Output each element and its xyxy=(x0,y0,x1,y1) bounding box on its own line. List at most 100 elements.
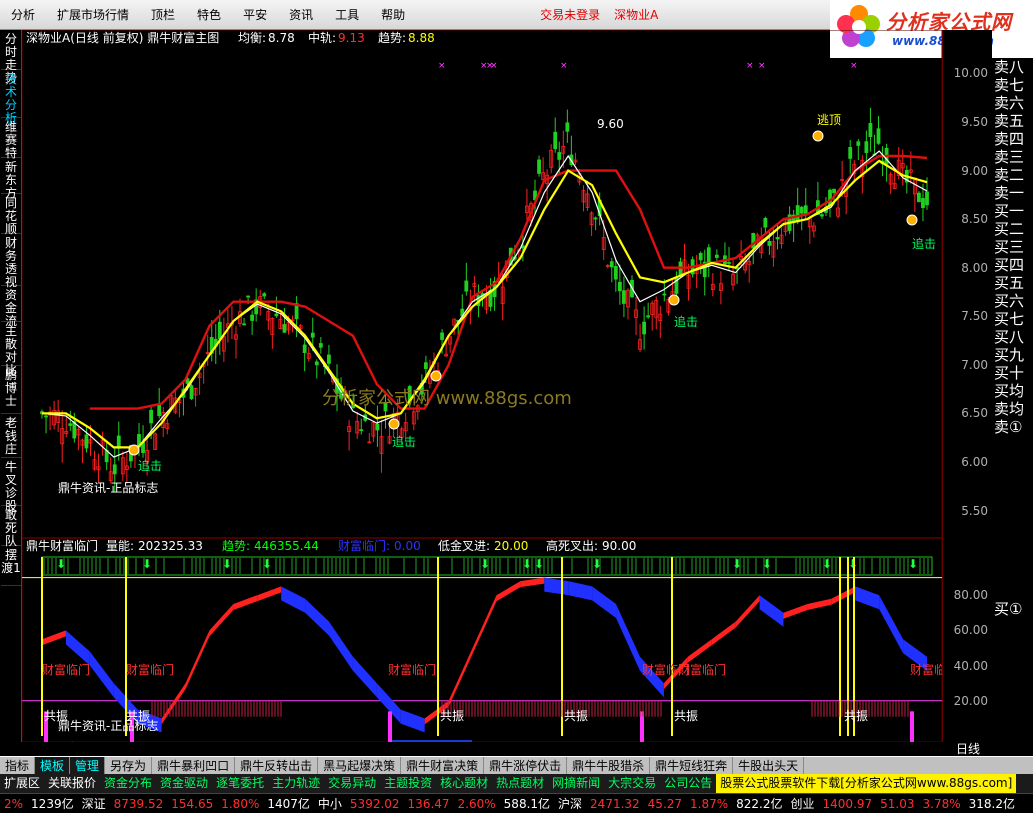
candle-body xyxy=(856,141,861,146)
left-tab-2[interactable]: 维赛特 xyxy=(1,118,21,160)
signal-13: 买六 xyxy=(994,292,1025,310)
formula-tab-11[interactable]: 牛股出头天 xyxy=(733,756,805,775)
signal-3: 卖五 xyxy=(994,112,1025,130)
x-label-11: 9 xyxy=(818,741,826,742)
formula-tab-10[interactable]: 鼎牛短线狂奔 xyxy=(650,756,734,775)
candle-body xyxy=(848,146,853,159)
ext-tab-7[interactable]: 主题投资 xyxy=(380,774,436,793)
formula-tab-7[interactable]: 鼎牛财富决策 xyxy=(401,756,485,775)
menu-item-3[interactable]: 特色 xyxy=(186,6,232,23)
signal-1: 卖七 xyxy=(994,76,1025,94)
ext-tab-8[interactable]: 核心题材 xyxy=(436,774,492,793)
left-tab-7[interactable]: 主散对比 xyxy=(1,322,21,377)
candle-body xyxy=(832,188,836,194)
left-tab-1[interactable]: 技术分析 xyxy=(1,70,21,125)
ext-tab-9[interactable]: 热点题材 xyxy=(492,774,548,793)
left-tab-12[interactable]: 摆渡1 xyxy=(1,546,21,586)
ext-tab-5[interactable]: 主力轨迹 xyxy=(268,774,324,793)
ext-tab-13[interactable]: 股票公式股票软件下载[分析家公式网www.88gs.com] xyxy=(716,774,1017,793)
formula-tab-3[interactable]: 另存为 xyxy=(105,756,153,775)
menu-item-0[interactable]: 分析 xyxy=(0,6,46,23)
candle-body xyxy=(553,131,558,150)
sub-legend-name-2: 趋势: xyxy=(222,539,250,553)
ticker-item-17: 创业 xyxy=(790,797,815,811)
left-tab-11[interactable]: 敢死队 xyxy=(1,506,21,548)
gem-icon-1 xyxy=(388,418,400,430)
legend-name-1: 中轨: xyxy=(308,30,336,45)
left-tab-5[interactable]: 财务透视 xyxy=(1,234,21,289)
ticker-item-0: 2% xyxy=(4,796,24,811)
ext-tab-1[interactable]: 关联报价 xyxy=(44,774,100,793)
menu-item-7[interactable]: 帮助 xyxy=(370,6,416,23)
menu-item-5[interactable]: 资讯 xyxy=(278,6,324,23)
ribbon-seg-29 xyxy=(735,595,760,628)
signal-19: 卖均 xyxy=(994,400,1025,418)
formula-tab-9[interactable]: 鼎牛牛股猎杀 xyxy=(567,756,651,775)
ext-tab-4[interactable]: 逐笔委托 xyxy=(212,774,268,793)
ribbon-seg-8 xyxy=(233,595,258,610)
sub-legend-value-3: 0.00 xyxy=(394,539,421,553)
ext-tab-12[interactable]: 公司公告 xyxy=(660,774,716,793)
ribbon-seg-27 xyxy=(687,639,712,663)
candle-body xyxy=(698,252,703,261)
candle-body xyxy=(868,122,873,138)
period-label[interactable]: 日线 xyxy=(943,740,993,757)
left-tab-4[interactable]: 同花顺 xyxy=(1,194,21,236)
ticker-item-21: 318.2亿 xyxy=(968,797,1015,811)
formula-tab-0[interactable]: 指标 xyxy=(0,756,36,775)
candle-body xyxy=(359,429,364,432)
signal-7: 卖一 xyxy=(994,184,1025,202)
ext-tab-2[interactable]: 资金分布 xyxy=(100,774,156,793)
formula-tab-1[interactable]: 模板 xyxy=(35,756,71,775)
ribbon-seg-22 xyxy=(568,581,593,601)
down-arrow-7: ⬇ xyxy=(592,557,602,571)
ribbon-seg-15 xyxy=(400,709,425,733)
candle-body xyxy=(767,240,772,246)
chart-title: 深物业A(日线 前复权) 鼎牛财富主图 xyxy=(26,30,219,45)
ext-tab-0[interactable]: 扩展区 xyxy=(0,774,44,793)
menu-item-6[interactable]: 工具 xyxy=(324,6,370,23)
left-tab-3[interactable]: 新东方 xyxy=(1,158,21,200)
sub-label-8: 共振 xyxy=(440,709,464,723)
candle-body xyxy=(593,217,598,220)
ribbon-seg-2 xyxy=(89,651,114,698)
formula-tab-4[interactable]: 鼎牛暴利凹口 xyxy=(152,756,236,775)
ext-tab-6[interactable]: 交易异动 xyxy=(324,774,380,793)
sub-label-11: 共振 xyxy=(844,709,868,723)
gem-icon-3 xyxy=(668,294,680,306)
marker-x-0: × xyxy=(438,61,446,71)
signal-5: 卖三 xyxy=(994,148,1025,166)
formula-tab-6[interactable]: 黑马起爆决策 xyxy=(318,756,402,775)
left-tab-0[interactable]: 分时走势 xyxy=(1,30,21,85)
candle-body xyxy=(302,344,307,353)
ext-tab-11[interactable]: 大宗交易 xyxy=(604,774,660,793)
left-tab-10[interactable]: 牛叉诊股 xyxy=(1,458,21,513)
ticker-item-7: 中小 xyxy=(317,797,342,811)
price-tick-6: 7.00 xyxy=(961,357,988,372)
left-tab-9[interactable]: 老钱庄 xyxy=(1,414,21,458)
price-tick-2: 9.00 xyxy=(961,163,988,178)
candle-body xyxy=(613,266,618,280)
formula-tabs: 指标 模板 管理 另存为 鼎牛暴利凹口 鼎牛反转出击 黑马起爆决策 鼎牛财富决策 鼎牛涨停伏击鼎… xyxy=(0,756,1033,775)
ext-tab-10[interactable]: 网摘新闻 xyxy=(548,774,604,793)
ext-tab-3[interactable]: 资金驱动 xyxy=(156,774,212,793)
menu-item-2[interactable]: 顶栏 xyxy=(140,6,186,23)
legend-value-0: 8.78 xyxy=(268,31,295,45)
menu-item-4[interactable]: 平安 xyxy=(232,6,278,23)
ribbon-seg-31 xyxy=(783,604,808,619)
left-tab-8[interactable]: 鹏博士 xyxy=(1,366,21,414)
sub-legend-value-5: 90.00 xyxy=(602,539,636,553)
candle-body xyxy=(149,409,154,424)
left-tab-6[interactable]: 资金流 xyxy=(1,286,21,328)
candle-body xyxy=(112,464,117,475)
formula-tab-5[interactable]: 鼎牛反转出击 xyxy=(235,756,319,775)
ribbon-seg-0 xyxy=(42,630,66,646)
sub-label-5: 财富临 xyxy=(910,662,942,677)
formula-tab-2[interactable]: 管理 xyxy=(70,756,106,775)
login-status[interactable]: 交易未登录 xyxy=(540,6,600,23)
formula-tab-8[interactable]: 鼎牛涨停伏击 xyxy=(484,756,568,775)
ribbon-seg-13 xyxy=(352,656,377,698)
menu-item-1[interactable]: 扩展市场行情 xyxy=(46,6,140,23)
down-arrow-0: ⬇ xyxy=(56,557,66,571)
ticker-item-16: 822.2亿 xyxy=(736,797,783,811)
